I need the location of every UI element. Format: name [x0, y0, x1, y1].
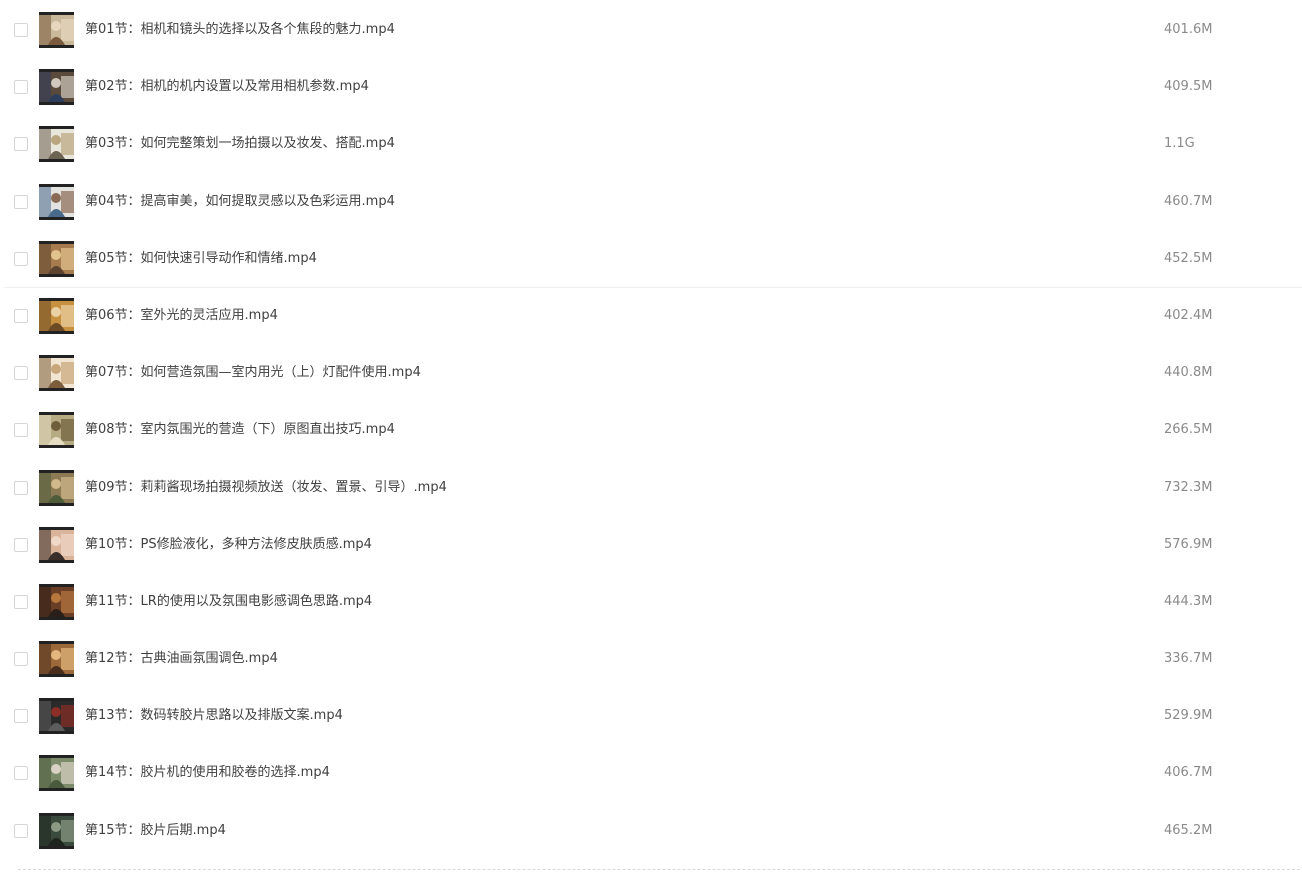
file-row[interactable]: 第12节：古典油画氛围调色.mp4 336.7M	[0, 630, 1302, 687]
file-name[interactable]: 第05节：如何快速引导动作和情绪.mp4	[85, 250, 317, 268]
video-thumbnail	[39, 12, 74, 48]
file-name[interactable]: 第14节：胶片机的使用和胶卷的选择.mp4	[85, 764, 330, 782]
file-name[interactable]: 第10节：PS修脸液化，多种方法修皮肤质感.mp4	[85, 536, 372, 554]
file-row[interactable]: 第15节：胶片后期.mp4 465.2M	[0, 802, 1302, 859]
video-thumbnail	[39, 755, 74, 792]
row-checkbox[interactable]	[14, 766, 28, 781]
row-checkbox[interactable]	[14, 709, 28, 724]
file-size: 465.2M	[1164, 822, 1213, 838]
row-checkbox[interactable]	[14, 80, 28, 95]
file-row[interactable]: 第13节：数码转胶片思路以及排版文案.mp4 529.9M	[0, 687, 1302, 744]
file-name[interactable]: 第09节：莉莉酱现场拍摄视频放送（妆发、置景、引导）.mp4	[85, 479, 447, 497]
file-name[interactable]: 第04节：提高审美，如何提取灵感以及色彩运用.mp4	[85, 193, 395, 211]
video-thumbnail	[39, 355, 74, 392]
file-size: 336.7M	[1164, 651, 1213, 667]
row-checkbox[interactable]	[14, 23, 28, 37]
file-row[interactable]: 第08节：室内氛围光的营造（下）原图直出技巧.mp4 266.5M	[0, 401, 1302, 458]
file-size: 460.7M	[1164, 193, 1213, 209]
file-row[interactable]: 第11节：LR的使用以及氛围电影感调色思路.mp4 444.3M	[0, 573, 1302, 630]
video-thumbnail	[39, 183, 74, 220]
file-name[interactable]: 第12节：古典油画氛围调色.mp4	[85, 650, 278, 668]
file-row[interactable]: 第09节：莉莉酱现场拍摄视频放送（妆发、置景、引导）.mp4 732.3M	[0, 459, 1302, 516]
row-checkbox[interactable]	[14, 194, 28, 209]
video-thumbnail	[39, 812, 74, 849]
file-size: 401.6M	[1164, 22, 1213, 37]
file-size: 402.4M	[1164, 307, 1213, 323]
file-name[interactable]: 第15节：胶片后期.mp4	[85, 822, 226, 840]
video-thumbnail	[39, 69, 74, 106]
video-thumbnail	[39, 469, 74, 506]
file-name[interactable]: 第13节：数码转胶片思路以及排版文案.mp4	[85, 707, 343, 725]
row-checkbox[interactable]	[14, 823, 28, 838]
file-size: 444.3M	[1164, 593, 1213, 609]
file-row[interactable]: 第05节：如何快速引导动作和情绪.mp4 452.5M	[0, 230, 1302, 289]
row-checkbox[interactable]	[14, 537, 28, 552]
file-size: 406.7M	[1164, 765, 1213, 781]
file-row[interactable]: 第02节：相机的机内设置以及常用相机参数.mp4 409.5M	[0, 58, 1302, 115]
file-name[interactable]: 第02节：相机的机内设置以及常用相机参数.mp4	[85, 78, 369, 96]
video-thumbnail	[39, 641, 74, 678]
file-list: 第01节：相机和镜头的选择以及各个焦段的魅力.mp4 401.6M 第02节：相…	[0, 1, 1302, 859]
file-name[interactable]: 第03节：如何完整策划一场拍摄以及妆发、搭配.mp4	[85, 135, 395, 153]
file-size: 732.3M	[1164, 479, 1213, 495]
bottom-divider	[18, 869, 1300, 870]
file-size: 440.8M	[1164, 365, 1213, 381]
file-size: 452.5M	[1164, 250, 1213, 266]
row-checkbox[interactable]	[14, 594, 28, 609]
row-checkbox[interactable]	[14, 251, 28, 266]
video-thumbnail	[39, 297, 74, 334]
video-thumbnail	[39, 412, 74, 449]
file-name[interactable]: 第08节：室内氛围光的营造（下）原图直出技巧.mp4	[85, 421, 395, 439]
file-row[interactable]: 第06节：室外光的灵活应用.mp4 402.4M	[0, 287, 1302, 344]
file-row[interactable]: 第01节：相机和镜头的选择以及各个焦段的魅力.mp4 401.6M	[0, 1, 1302, 58]
file-row[interactable]: 第14节：胶片机的使用和胶卷的选择.mp4 406.7M	[0, 744, 1302, 801]
file-size: 1.1G	[1164, 136, 1195, 152]
file-row[interactable]: 第07节：如何营造氛围—室内用光（上）灯配件使用.mp4 440.8M	[0, 344, 1302, 401]
file-row[interactable]: 第03节：如何完整策划一场拍摄以及妆发、搭配.mp4 1.1G	[0, 115, 1302, 172]
file-size: 409.5M	[1164, 79, 1213, 95]
video-thumbnail	[39, 698, 74, 735]
video-thumbnail	[39, 240, 74, 277]
file-size: 529.9M	[1164, 708, 1213, 724]
row-checkbox[interactable]	[14, 366, 28, 381]
video-thumbnail	[39, 583, 74, 620]
file-row[interactable]: 第04节：提高审美，如何提取灵感以及色彩运用.mp4 460.7M	[0, 173, 1302, 230]
file-name[interactable]: 第11节：LR的使用以及氛围电影感调色思路.mp4	[85, 593, 372, 611]
file-name[interactable]: 第06节：室外光的灵活应用.mp4	[85, 307, 278, 325]
file-row[interactable]: 第10节：PS修脸液化，多种方法修皮肤质感.mp4 576.9M	[0, 516, 1302, 573]
file-name[interactable]: 第07节：如何营造氛围—室内用光（上）灯配件使用.mp4	[85, 364, 421, 382]
video-thumbnail	[39, 126, 74, 163]
row-checkbox[interactable]	[14, 423, 28, 438]
video-thumbnail	[39, 526, 74, 563]
file-name[interactable]: 第01节：相机和镜头的选择以及各个焦段的魅力.mp4	[85, 21, 395, 39]
file-size: 266.5M	[1164, 422, 1213, 438]
row-checkbox[interactable]	[14, 137, 28, 152]
file-size: 576.9M	[1164, 536, 1213, 552]
row-checkbox[interactable]	[14, 308, 28, 323]
row-checkbox[interactable]	[14, 480, 28, 495]
row-checkbox[interactable]	[14, 652, 28, 667]
